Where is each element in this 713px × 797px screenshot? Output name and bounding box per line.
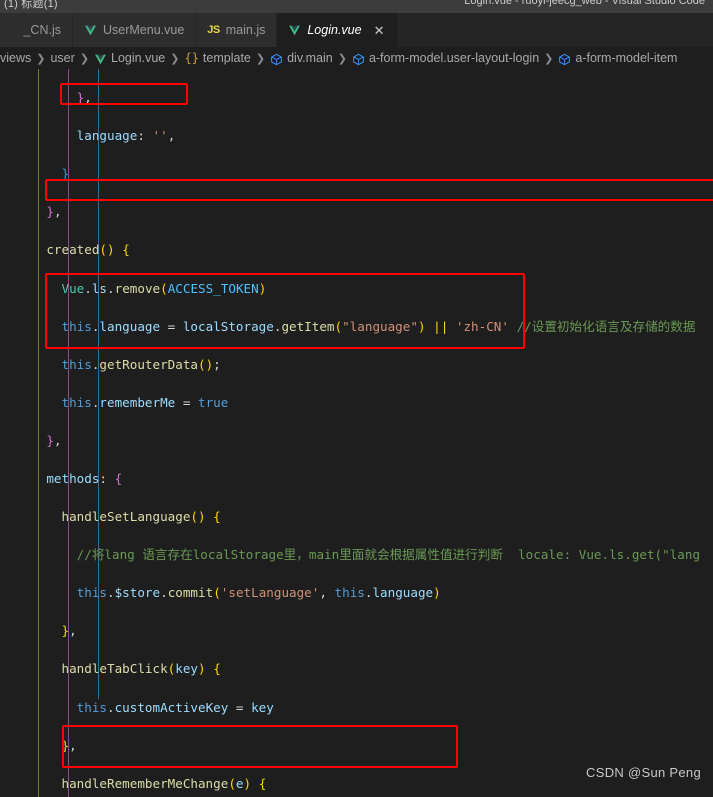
- tab-zh_CN-js[interactable]: _CN.js: [0, 13, 73, 47]
- symbol-cube-icon: [270, 53, 283, 66]
- vue-icon: [288, 24, 301, 37]
- tab-usermenu-vue[interactable]: UserMenu.vue: [73, 13, 197, 47]
- breadcrumb-item-a-form-model[interactable]: a-form-model.user-layout-login: [352, 51, 539, 65]
- breadcrumb-label: views: [0, 51, 32, 65]
- breadcrumb-label: a-form-model-item: [575, 51, 678, 65]
- code-line: Vue.ls.remove(ACCESS_TOKEN): [61, 280, 267, 296]
- tab-label: Login.vue: [307, 22, 362, 37]
- watermark: CSDN @Sun Peng: [586, 765, 701, 780]
- code-line: language: '',: [76, 128, 176, 144]
- breadcrumb-item-div-main[interactable]: div.main: [270, 51, 333, 65]
- title-bar-left-text: (1) 标题(1): [4, 0, 58, 10]
- breadcrumb-separator-icon: ❯: [79, 52, 90, 65]
- breadcrumb-label: a-form-model.user-layout-login: [368, 51, 540, 65]
- breadcrumb-item-login-vue[interactable]: Login.vue: [94, 51, 165, 65]
- breadcrumb-separator-icon: ❯: [337, 52, 347, 65]
- symbol-cube-icon: [352, 53, 365, 66]
- js-icon: JS: [207, 24, 220, 36]
- breadcrumb-label: user: [50, 51, 75, 65]
- breadcrumb-label: Login.vue: [111, 51, 166, 65]
- editor-left-margin: [0, 69, 16, 797]
- code-line: this.customActiveKey = key: [16, 699, 274, 715]
- code-line: this.language = localStorage.getItem("la…: [16, 318, 696, 334]
- title-bar: (1) 标题(1) Login.vue - ruoyi-jeecg_web - …: [0, 0, 713, 13]
- tab-label: main.js: [225, 22, 266, 37]
- code-line: methods: {: [46, 470, 123, 486]
- breadcrumb-item-a-form-model-item[interactable]: a-form-model-item: [558, 51, 677, 65]
- close-icon[interactable]: ✕: [372, 23, 387, 38]
- breadcrumb-item-views[interactable]: views: [0, 51, 31, 65]
- code-line: },: [61, 623, 77, 639]
- code-line: }: [61, 166, 70, 182]
- breadcrumb: views ❯ user ❯ Login.vue ❯ {} template ❯…: [0, 47, 713, 69]
- tab-label: _CN.js: [23, 22, 61, 37]
- breadcrumb-separator-icon: ❯: [255, 52, 266, 65]
- code-line: this.rememberMe = true: [16, 394, 229, 410]
- window-title: Login.vue - ruoyi-jeecg_web - Visual Stu…: [464, 0, 705, 7]
- tab-login-vue[interactable]: Login.vue ✕: [277, 13, 399, 47]
- code-line: },: [76, 90, 92, 106]
- code-line: created() {: [46, 242, 130, 258]
- editor-tab-bar: _CN.js UserMenu.vue JS main.js Login.vue…: [0, 13, 713, 47]
- breadcrumb-separator-icon: ❯: [36, 52, 46, 65]
- breadcrumb-separator-icon: ❯: [544, 52, 554, 65]
- code-line: handleTabClick(key) {: [61, 661, 221, 677]
- breadcrumb-item-user[interactable]: user: [50, 51, 74, 65]
- vscode-window: (1) 标题(1) Login.vue - ruoyi-jeecg_web - …: [0, 0, 713, 797]
- tab-label: UserMenu.vue: [103, 22, 185, 37]
- code-text: }, language: '', } }, created() { Vue.ls…: [16, 69, 700, 797]
- breadcrumb-label: template: [202, 51, 251, 65]
- symbol-cube-icon: [558, 53, 571, 66]
- code-line: handleSetLanguage() {: [61, 509, 221, 525]
- tab-main-js[interactable]: JS main.js: [196, 13, 278, 47]
- code-line: this.getRouterData();: [16, 356, 221, 372]
- breadcrumb-separator-icon: ❯: [170, 52, 180, 65]
- vue-icon: [94, 53, 107, 66]
- breadcrumb-item-template[interactable]: {} template: [184, 51, 250, 65]
- code-line: },: [61, 737, 77, 753]
- breadcrumb-label: div.main: [287, 51, 333, 65]
- code-editor[interactable]: }, language: '', } }, created() { Vue.ls…: [0, 69, 713, 797]
- code-line: },: [46, 204, 62, 220]
- code-line: //将lang 语言存在localStorage里，main里面就会根据属性值进…: [16, 547, 701, 563]
- code-line: },: [46, 432, 62, 448]
- braces-icon: {}: [184, 51, 199, 65]
- code-line: this.$store.commit('setLanguage', this.l…: [16, 585, 441, 601]
- vue-icon: [84, 24, 97, 37]
